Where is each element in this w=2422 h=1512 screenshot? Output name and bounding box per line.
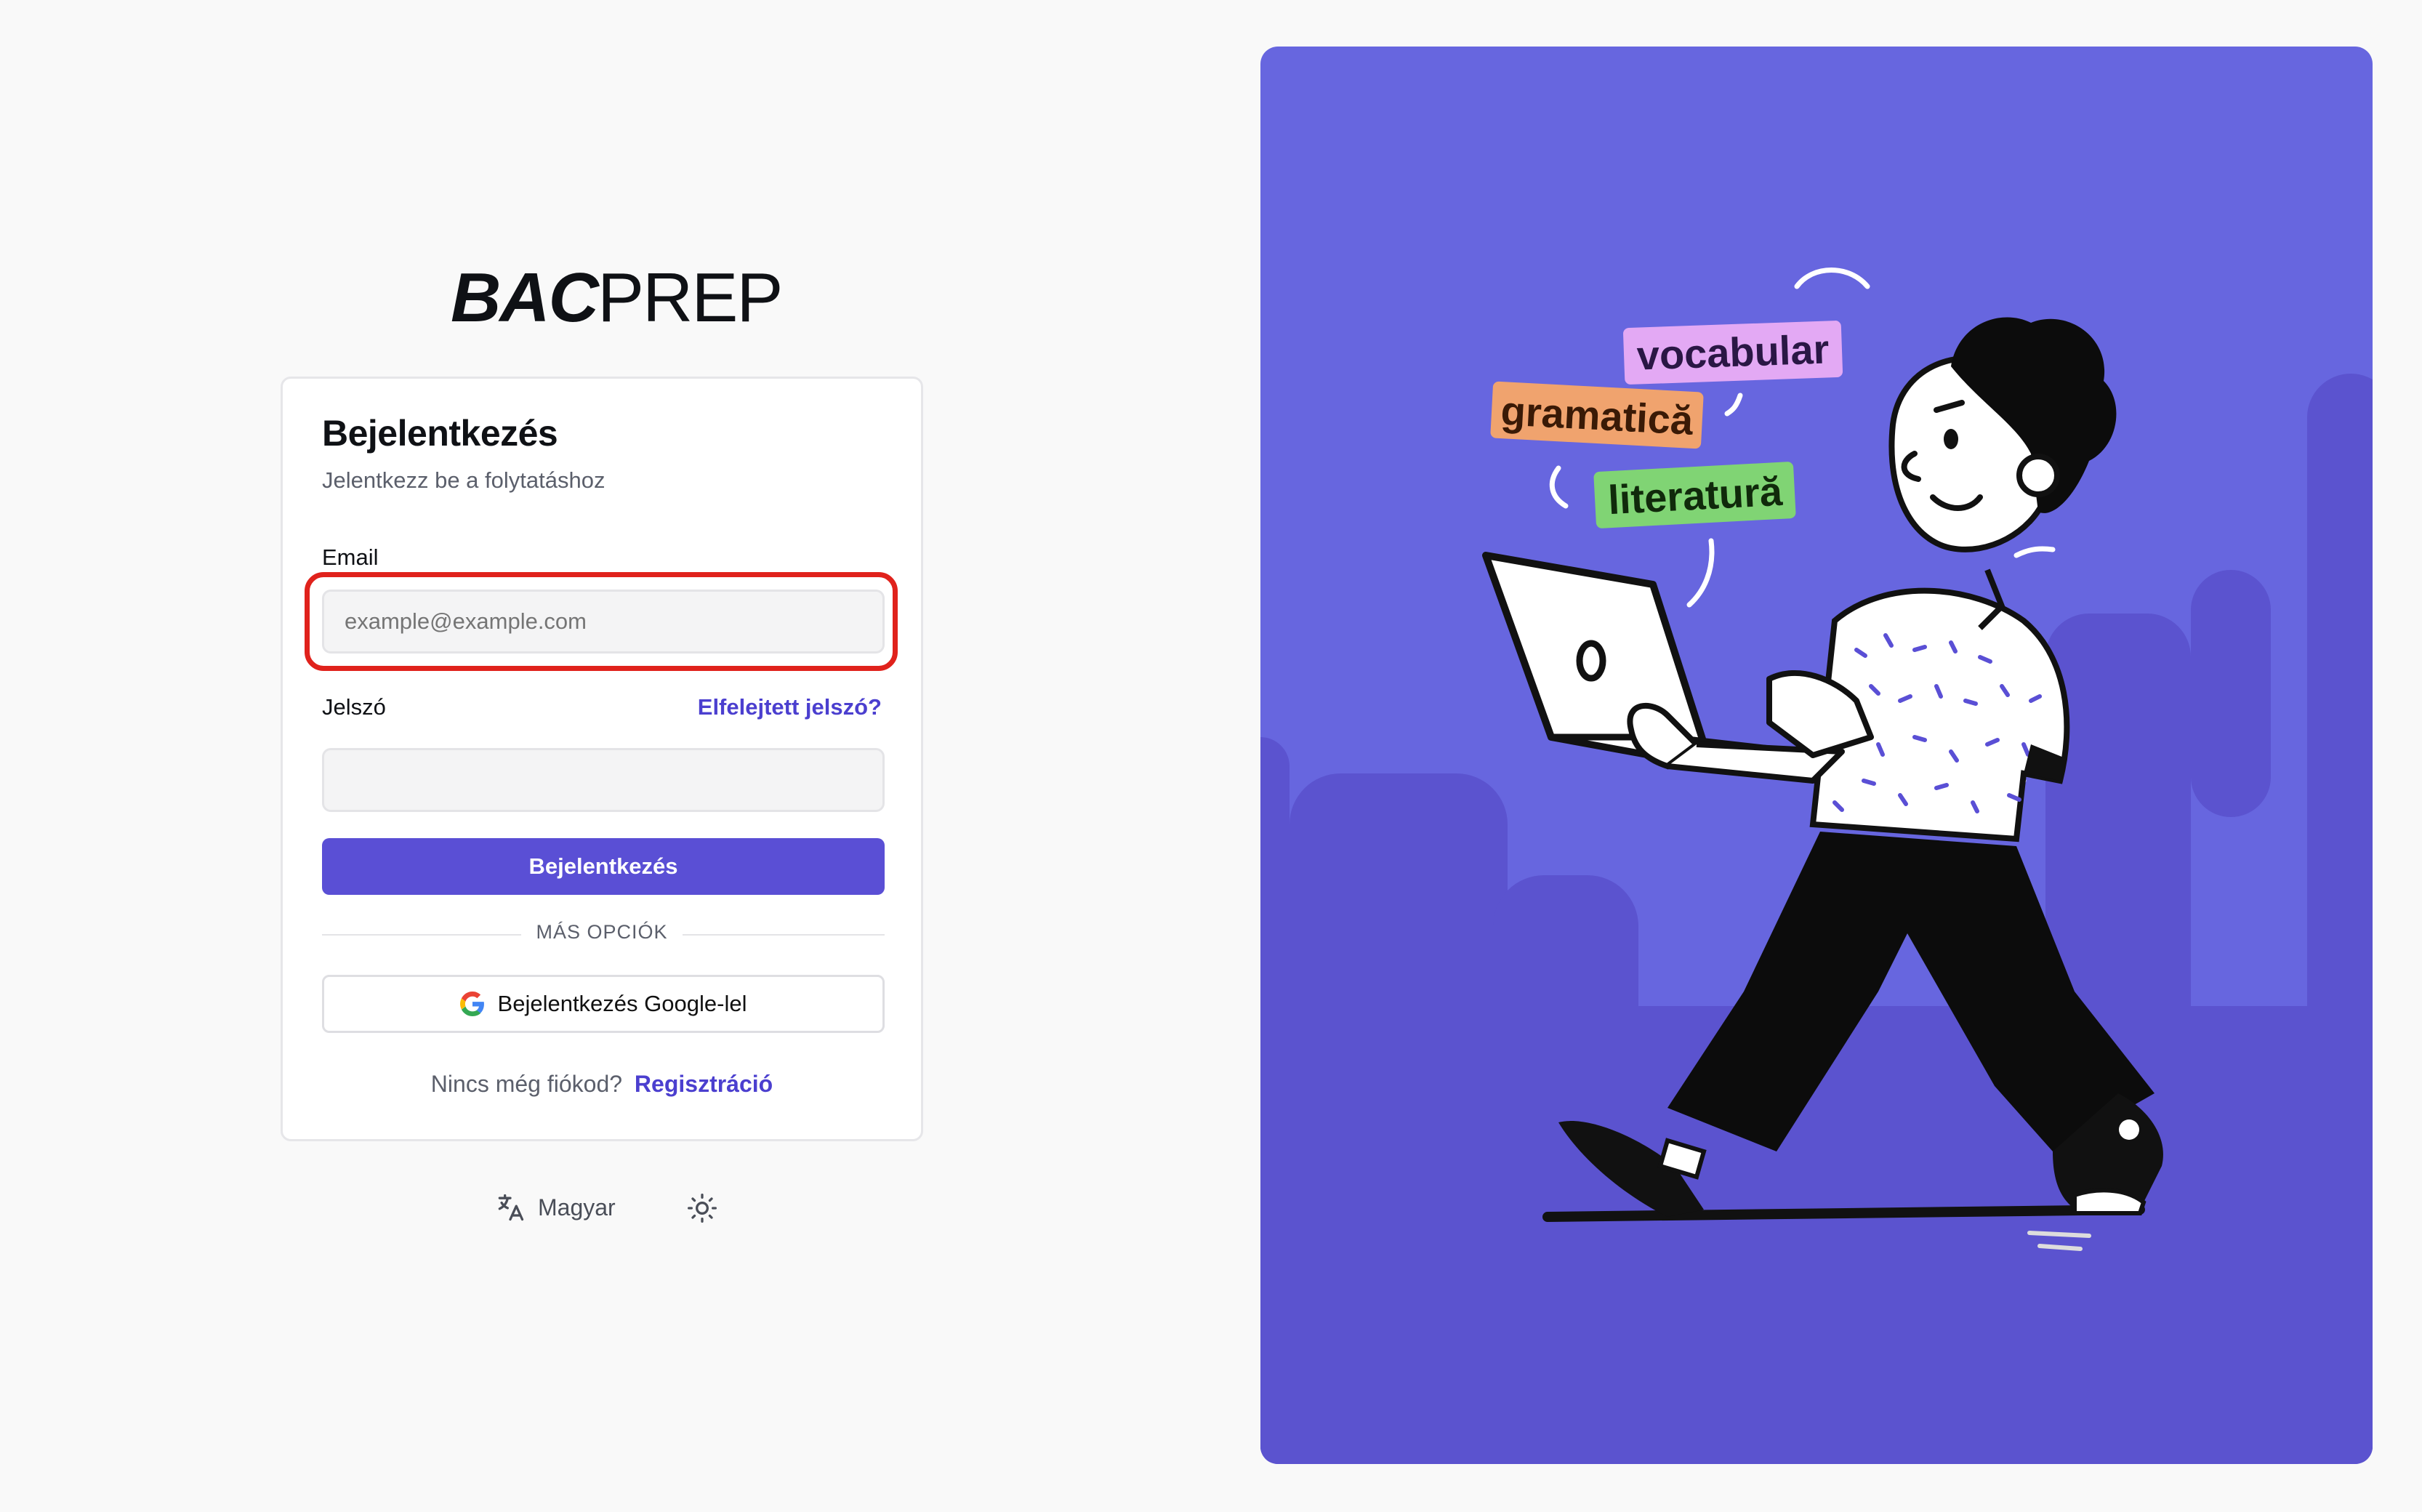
google-icon	[459, 992, 484, 1016]
login-subtitle: Jelentkezz be a folytatáshoz	[322, 467, 606, 493]
password-label: Jelszó	[322, 694, 386, 720]
login-button[interactable]: Bejelentkezés	[322, 838, 885, 895]
login-title: Bejelentkezés	[322, 413, 558, 454]
translate-icon	[498, 1194, 524, 1221]
forgot-password-link[interactable]: Elfelejtett jelszó?	[698, 694, 882, 720]
language-selector[interactable]: Magyar	[494, 1189, 616, 1226]
illustration-panel: vocabular gramatică literatură	[1260, 47, 2373, 1464]
no-account-text: Nincs még fiókod?	[430, 1071, 623, 1097]
language-label: Magyar	[538, 1194, 616, 1221]
tag-vocabular: vocabular	[1623, 321, 1843, 385]
sun-icon	[688, 1194, 717, 1223]
signup-link[interactable]: Regisztráció	[635, 1071, 773, 1097]
tag-vocabular-label: vocabular	[1636, 326, 1830, 378]
password-field[interactable]	[322, 748, 885, 812]
login-card: Bejelentkezés Jelentkezz be a folytatásh…	[281, 377, 923, 1141]
tag-literatura: literatură	[1593, 462, 1796, 528]
tag-gramatica: gramatică	[1490, 381, 1704, 449]
student-laptop-illustration: vocabular gramatică literatură	[1260, 268, 2373, 1464]
logo-light-text: PREP	[597, 259, 783, 337]
theme-toggle-button[interactable]	[683, 1189, 721, 1227]
divider-label: MÁS OPCIÓK	[521, 921, 683, 943]
google-login-label: Bejelentkezés Google-lel	[497, 991, 747, 1016]
email-field[interactable]	[322, 590, 885, 654]
google-login-button[interactable]: Bejelentkezés Google-lel	[322, 975, 885, 1033]
bacprep-logo: BAC PREP	[451, 259, 783, 337]
email-label: Email	[322, 544, 379, 570]
logo-bold-text: BAC	[451, 259, 599, 337]
signup-row: Nincs még fiókod? Regisztráció	[283, 1071, 921, 1098]
tag-literatura-label: literatură	[1607, 468, 1784, 523]
